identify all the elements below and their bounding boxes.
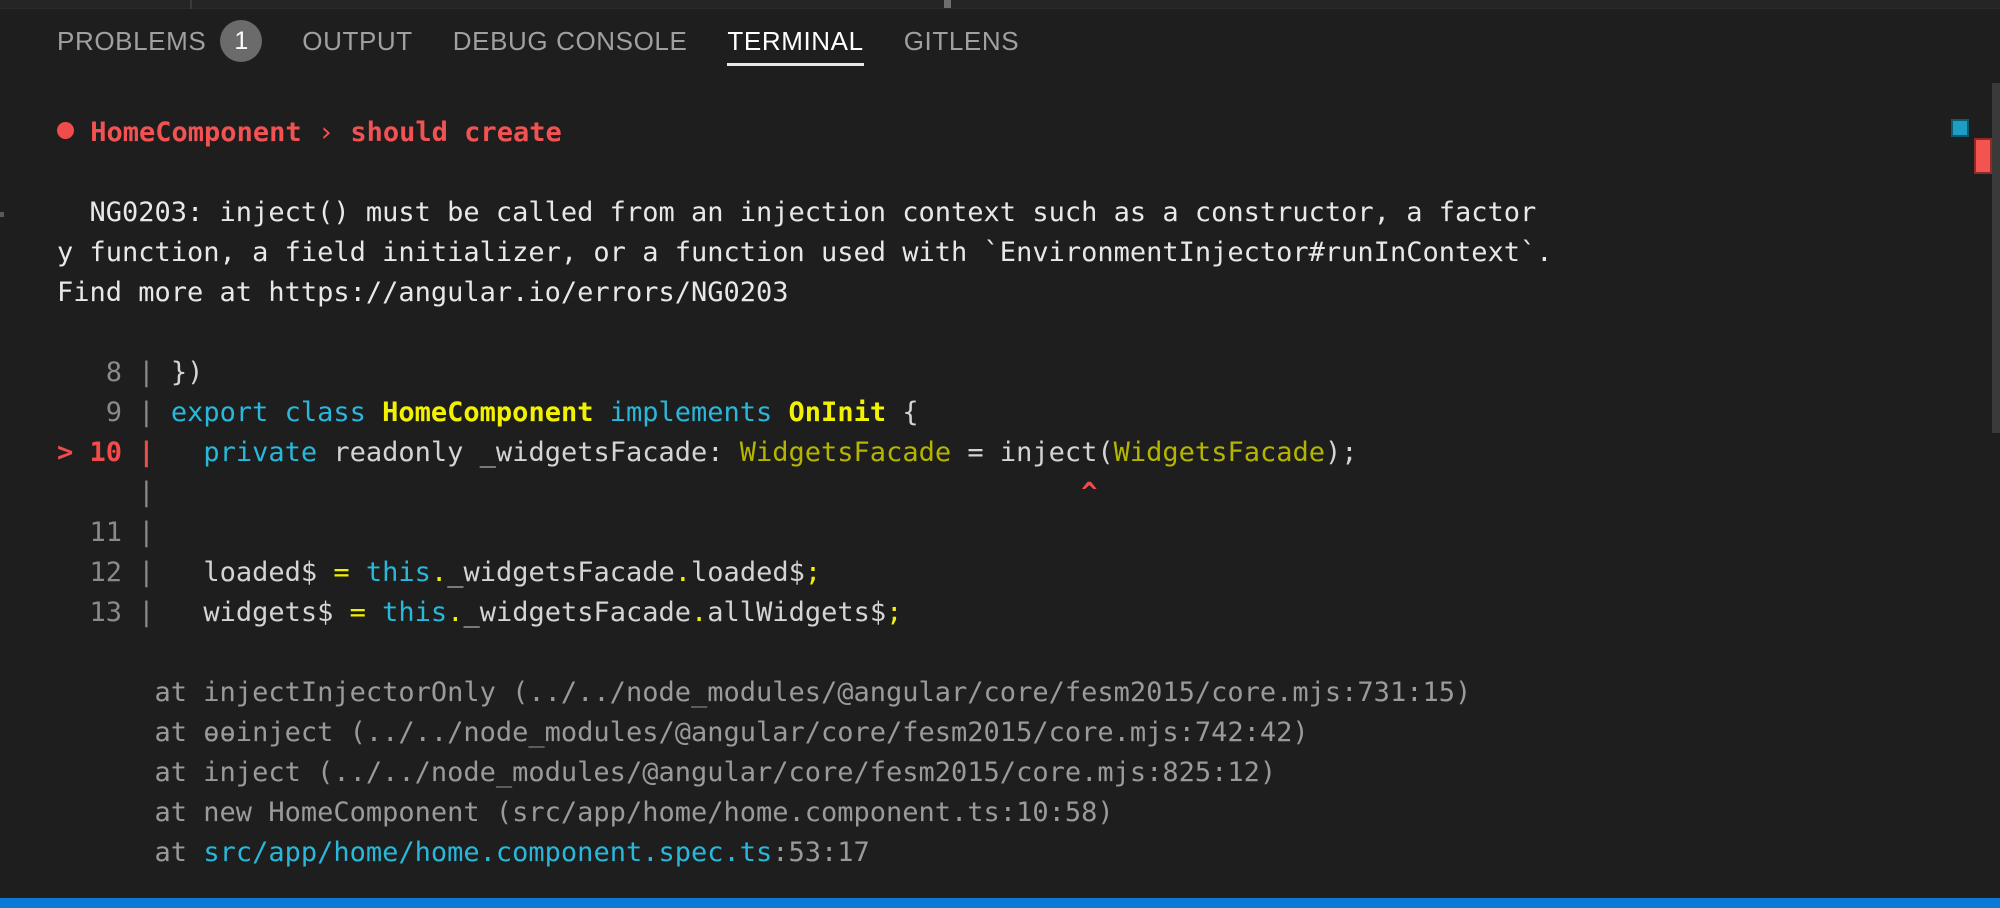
keyword-this-13: this — [382, 597, 448, 628]
fail-dot-icon — [57, 122, 74, 139]
tab-debug-console-label: DEBUG CONSOLE — [452, 25, 688, 56]
panel-tab-bar: PROBLEMS 1 OUTPUT DEBUG CONSOLE TERMINAL… — [0, 9, 2000, 73]
gutter-8: 8 | — [57, 357, 155, 388]
code-frame-line-11: 11 | — [0, 513, 2000, 553]
info-marker-icon[interactable] — [1951, 119, 1969, 137]
error-caret-marker: ^ — [1081, 477, 1098, 508]
code-8-text: }) — [170, 357, 204, 388]
stack-frame-1: at injectInjectorOnly (../../node_module… — [57, 677, 1472, 708]
brace-open: { — [886, 397, 919, 428]
spec-file-link[interactable]: src/app/home/home.component.spec.ts — [203, 837, 772, 868]
operator-eq-13: = — [333, 597, 383, 628]
term-blank-line — [0, 313, 2000, 353]
error-message-line-1: NG0203: inject() must be called from an … — [57, 197, 1537, 228]
code-10-readonly: readonly _widgetsFacade: — [317, 437, 740, 468]
spec-file-position: :53:17 — [772, 837, 870, 868]
semicolon-13: ; — [886, 597, 903, 628]
tab-problems[interactable]: PROBLEMS 1 — [57, 9, 263, 73]
prop-loaded: loaded$ — [203, 557, 318, 588]
gutter-continuation: | — [57, 477, 155, 508]
code-frame-line-9: 9 | export class HomeComponent implement… — [0, 393, 2000, 433]
semicolon-12: ; — [804, 557, 822, 588]
terminal-output[interactable]: HomeComponent › should create NG0203: in… — [0, 73, 2000, 898]
code-frame-line-10: > 10 | private readonly _widgetsFacade: … — [0, 433, 2000, 473]
prop-widgets: widgets$ — [203, 597, 334, 628]
code-10-end: ); — [1324, 437, 1358, 468]
tab-output-label: OUTPUT — [302, 25, 413, 56]
strip-divider — [190, 0, 192, 9]
stack-frame-4: at new HomeComponent (src/app/home/home.… — [57, 797, 1114, 828]
dot-13b: . — [691, 597, 708, 628]
member-allwidgets-13: allWidgets$ — [707, 597, 887, 628]
error-message-line-2: y function, a field initializer, or a fu… — [57, 237, 1553, 268]
tab-problems-label: PROBLEMS — [57, 25, 207, 56]
gutter-9: 9 | — [57, 397, 155, 428]
vscode-panel-screenshot: PROBLEMS 1 OUTPUT DEBUG CONSOLE TERMINAL… — [0, 0, 2000, 908]
operator-eq-12: = — [317, 557, 366, 588]
left-edge-tick — [0, 212, 4, 217]
test-failure-header: HomeComponent › should create — [0, 113, 2000, 153]
type-widgetsfacade: WidgetsFacade — [739, 437, 952, 468]
error-line-arrow-icon: > 10 | — [57, 437, 155, 468]
tab-gitlens-label: GITLENS — [903, 25, 1020, 56]
code-frame-line-13: 13 | widgets$ = this._widgetsFacade.allW… — [0, 593, 2000, 633]
code-frame-line-12: 12 | loaded$ = this._widgetsFacade.loade… — [0, 553, 2000, 593]
status-bar[interactable] — [0, 898, 2000, 908]
stack-frame-5: at src/app/home/home.component.spec.ts:5… — [0, 833, 2000, 873]
tab-terminal-label: TERMINAL — [727, 25, 864, 56]
prop-widgetsfacade-12: _widgetsFacade — [447, 557, 675, 588]
code-frame-line-8: 8 | }) — [0, 353, 2000, 393]
breadcrumb-separator-icon: › — [317, 117, 335, 148]
tab-terminal[interactable]: TERMINAL — [727, 9, 864, 73]
dot-12b: . — [674, 557, 692, 588]
overview-ruler[interactable] — [1992, 83, 2000, 433]
test-suite-name: HomeComponent — [90, 117, 302, 148]
keyword-this-12: this — [365, 557, 431, 588]
gutter-11: 11 | — [57, 517, 155, 548]
gutter-12: 12 | — [57, 557, 155, 588]
strip-scroll-marker[interactable] — [944, 0, 951, 8]
problems-count-badge: 1 — [220, 20, 263, 62]
stack-frame-5-prefix: at — [57, 837, 204, 868]
term-blank-line — [0, 633, 2000, 673]
type-widgetsfacade-arg: WidgetsFacade — [1113, 437, 1325, 468]
tab-gitlens[interactable]: GITLENS — [904, 9, 1019, 73]
code-10-inject: = inject( — [951, 437, 1114, 468]
dot-12a: . — [430, 557, 448, 588]
keyword-implements: implements — [593, 397, 789, 428]
tab-output[interactable]: OUTPUT — [302, 9, 412, 73]
prop-widgetsfacade-13: _widgetsFacade — [463, 597, 692, 628]
keyword-export-class: export class — [170, 397, 383, 428]
term-blank-line — [0, 153, 2000, 193]
gutter-13: 13 | — [57, 597, 155, 628]
stack-frame-3: at inject (../../node_modules/@angular/c… — [57, 757, 1277, 788]
member-loaded-12: loaded$ — [691, 557, 805, 588]
term-blank-line — [0, 73, 2000, 113]
keyword-private: private — [203, 437, 318, 468]
stack-frame-2: at ɵɵinject (../../node_modules/@angular… — [57, 717, 1309, 748]
code-frame-caret-line: | ^ — [0, 473, 2000, 513]
type-homecomponent: HomeComponent — [382, 397, 594, 428]
error-marker-icon[interactable] — [1974, 138, 1992, 174]
dot-13a: . — [447, 597, 464, 628]
tab-debug-console[interactable]: DEBUG CONSOLE — [453, 9, 688, 73]
error-message-line-3: Find more at https://angular.io/errors/N… — [57, 277, 789, 308]
type-oninit: OnInit — [788, 397, 887, 428]
tab-terminal-underline — [727, 63, 864, 66]
test-case-name: should create — [350, 117, 562, 148]
editor-bottom-strip — [0, 0, 2000, 9]
